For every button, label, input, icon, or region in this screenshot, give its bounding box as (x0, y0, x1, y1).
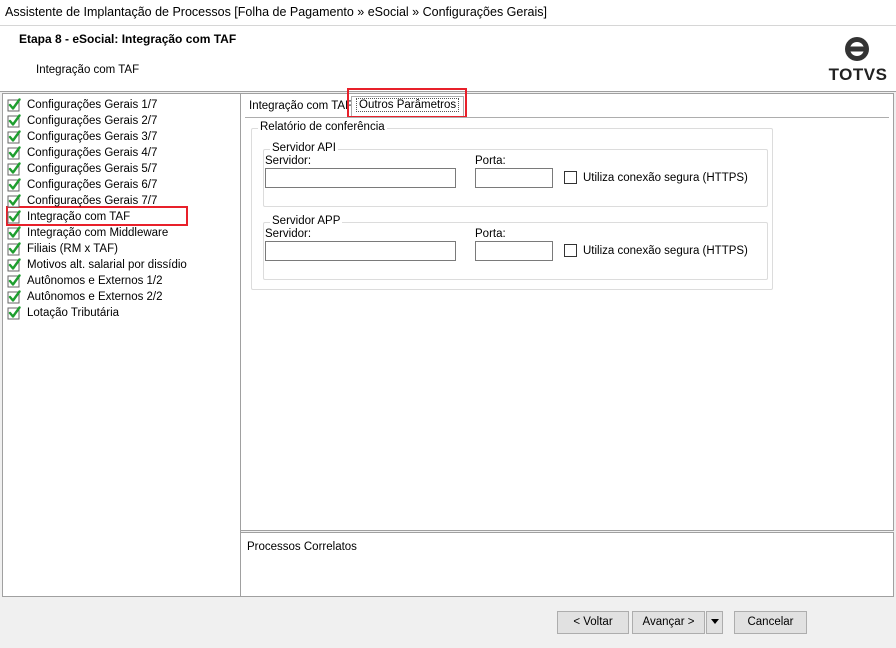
app-https-checkbox[interactable] (564, 244, 577, 257)
app-servidor-label: Servidor: (265, 228, 312, 240)
check-icon (7, 194, 21, 208)
step-label: Autônomos e Externos 2/2 (27, 291, 163, 303)
api-porta-input[interactable] (475, 168, 553, 188)
chevron-down-icon (710, 619, 719, 625)
step-title: Etapa 8 - eSocial: Integração com TAF (19, 32, 237, 46)
step-label: Configurações Gerais 7/7 (27, 195, 158, 207)
step-label: Configurações Gerais 6/7 (27, 179, 158, 191)
app-https-label[interactable]: Utiliza conexão segura (HTTPS) (583, 245, 748, 257)
step-item[interactable]: Configurações Gerais 7/7 (7, 193, 157, 209)
check-icon (7, 290, 21, 304)
step-label: Integração com TAF (27, 211, 131, 223)
api-servidor-input[interactable] (265, 168, 456, 188)
step-item[interactable]: Autônomos e Externos 1/2 (7, 273, 163, 289)
api-porta-label: Porta: (475, 155, 506, 167)
check-icon (7, 114, 21, 128)
processos-correlatos-title: Processos Correlatos (247, 541, 357, 553)
step-item[interactable]: Configurações Gerais 2/7 (7, 113, 157, 129)
totvs-logo-icon (845, 37, 869, 61)
avancar-dropdown-button[interactable] (706, 611, 723, 634)
api-servidor-label: Servidor: (265, 155, 312, 167)
step-item[interactable]: Filiais (RM x TAF) (7, 241, 118, 257)
check-icon (7, 258, 21, 272)
step-label: Configurações Gerais 3/7 (27, 131, 158, 143)
cancelar-button[interactable]: Cancelar (734, 611, 807, 634)
check-icon (7, 242, 21, 256)
step-label: Motivos alt. salarial por dissídio (27, 259, 187, 271)
servidor-api-legend: Servidor API (270, 142, 338, 154)
step-label: Configurações Gerais 1/7 (27, 99, 158, 111)
avancar-button[interactable]: Avançar > (632, 611, 705, 634)
check-icon (7, 146, 21, 160)
step-label: Lotação Tributária (27, 307, 120, 319)
window-title: Assistente de Implantação de Processos [… (0, 0, 896, 26)
check-icon (7, 178, 21, 192)
check-icon (7, 226, 21, 240)
step-label: Integração com Middleware (27, 227, 169, 239)
step-label: Filiais (RM x TAF) (27, 243, 118, 255)
tab-divider (245, 117, 889, 118)
steps-list: Configurações Gerais 1/7 Configurações Ge… (2, 93, 241, 597)
wizard-header: Etapa 8 - eSocial: Integração com TAF In… (0, 26, 896, 92)
step-item[interactable]: Configurações Gerais 3/7 (7, 129, 157, 145)
servidor-app-legend: Servidor APP (270, 215, 343, 227)
step-label: Configurações Gerais 2/7 (27, 115, 158, 127)
step-item[interactable]: Motivos alt. salarial por dissídio (7, 257, 187, 273)
app-porta-input[interactable] (475, 241, 553, 261)
api-https-checkbox[interactable] (564, 171, 577, 184)
step-item[interactable]: Autônomos e Externos 2/2 (7, 289, 163, 305)
step-label: Configurações Gerais 5/7 (27, 163, 158, 175)
app-porta-label: Porta: (475, 228, 506, 240)
step-item[interactable]: Integração com Middleware (7, 225, 168, 241)
servidor-api-group: Servidor API Servidor: Porta: Utiliza co… (263, 142, 768, 207)
check-icon (7, 130, 21, 144)
voltar-button[interactable]: < Voltar (557, 611, 629, 634)
tab-highlight-box (347, 88, 467, 118)
processos-correlatos-panel: Processos Correlatos (241, 532, 894, 597)
step-label: Autônomos e Externos 1/2 (27, 275, 163, 287)
tab-integracao-taf[interactable]: Integração com TAF (245, 98, 356, 117)
step-label: Configurações Gerais 4/7 (27, 147, 158, 159)
check-icon (7, 210, 21, 224)
logo-text: TOTVS (828, 65, 888, 84)
step-item[interactable]: Lotação Tributária (7, 305, 119, 321)
relatorio-group: Relatório de conferência Servidor API Se… (251, 121, 773, 290)
content-panel: Integração com TAF Outros Parâmetros Rel… (241, 88, 894, 531)
check-icon (7, 162, 21, 176)
step-item[interactable]: Configurações Gerais 5/7 (7, 161, 157, 177)
check-icon (7, 306, 21, 320)
app-servidor-input[interactable] (265, 241, 456, 261)
api-https-label[interactable]: Utiliza conexão segura (HTTPS) (583, 172, 748, 184)
step-item[interactable]: Integração com TAF (7, 209, 130, 225)
servidor-app-group: Servidor APP Servidor: Porta: Utiliza co… (263, 215, 768, 280)
step-item[interactable]: Configurações Gerais 1/7 (7, 97, 157, 113)
relatorio-legend: Relatório de conferência (258, 121, 387, 133)
wizard-footer: < Voltar Avançar > Cancelar (0, 598, 896, 648)
check-icon (7, 98, 21, 112)
step-subtitle: Integração com TAF (36, 64, 140, 76)
check-icon (7, 274, 21, 288)
step-item[interactable]: Configurações Gerais 6/7 (7, 177, 157, 193)
step-item[interactable]: Configurações Gerais 4/7 (7, 145, 157, 161)
totvs-logo: TOTVS (828, 35, 888, 87)
